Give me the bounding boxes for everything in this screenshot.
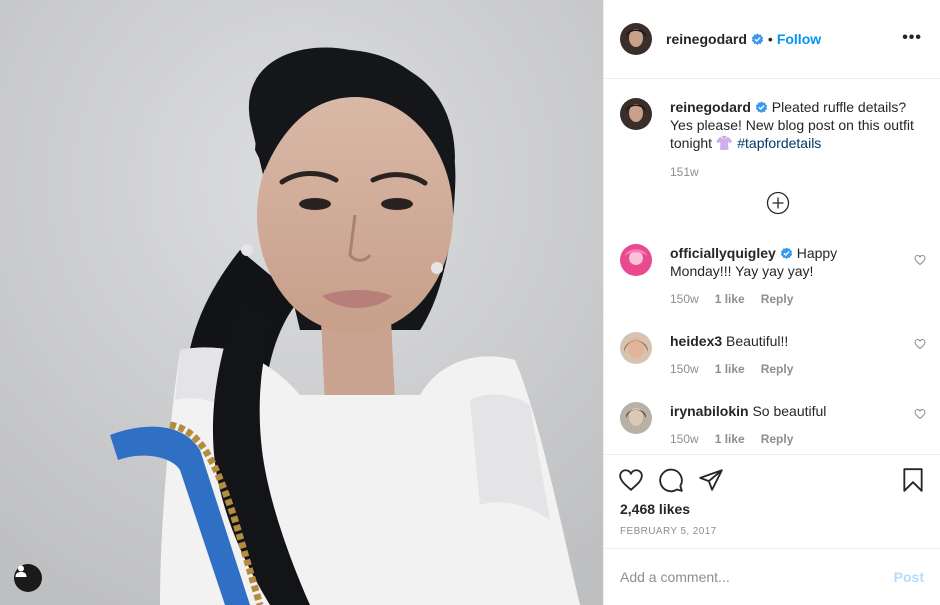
author-username[interactable]: reinegodard <box>666 31 747 47</box>
post-actions: 2,468 likes FEBRUARY 5, 2017 <box>604 454 940 548</box>
reply-button[interactable]: Reply <box>761 292 794 306</box>
user-tag-button[interactable] <box>14 564 42 592</box>
comment-body: So beautiful <box>752 403 827 419</box>
reply-button[interactable]: Reply <box>761 362 794 376</box>
separator-dot: • <box>767 31 773 47</box>
post-photo[interactable] <box>0 0 603 605</box>
paper-plane-icon[interactable] <box>698 467 724 493</box>
post-caption: reinegodard Pleated ruffle details? Yes … <box>604 80 940 179</box>
comment-text: heidex3 Beautiful!! <box>670 332 900 350</box>
comment-item: officiallyquigley Happy Monday!!! Yay ya… <box>604 244 940 306</box>
commenter-avatar[interactable] <box>620 244 652 276</box>
heart-icon[interactable] <box>914 408 926 420</box>
caption-meta: 151w <box>670 165 932 179</box>
comment-item: heidex3 Beautiful!! 150w 1 like Reply <box>604 332 940 376</box>
heart-icon[interactable] <box>914 254 926 266</box>
comment-username[interactable]: officiallyquigley <box>670 245 776 261</box>
plus-circle-icon[interactable] <box>766 191 790 215</box>
follow-button[interactable]: Follow <box>777 31 821 47</box>
comment-like-count[interactable]: 1 like <box>715 292 745 306</box>
bookmark-icon[interactable] <box>900 467 926 493</box>
comment-timestamp[interactable]: 150w <box>670 362 699 376</box>
comment-body: Beautiful!! <box>726 333 789 349</box>
comment-meta: 150w 1 like Reply <box>670 362 900 376</box>
hashtag-link[interactable]: #tapfordetails <box>737 135 821 151</box>
comment-text: irynabilokin So beautiful <box>670 402 900 420</box>
comment-input[interactable] <box>620 569 894 585</box>
more-options-button[interactable]: ••• <box>902 30 922 46</box>
verified-badge-icon <box>755 101 768 113</box>
add-comment-bar: Post <box>604 548 940 605</box>
post-side-panel: reinegodard • Follow ••• reinegodard Ple… <box>603 0 940 605</box>
caption-author-avatar[interactable] <box>620 98 652 130</box>
heart-icon[interactable] <box>618 467 644 493</box>
like-count[interactable]: 2,468 likes <box>620 501 690 517</box>
comment-icon[interactable] <box>658 467 684 493</box>
post-comment-button[interactable]: Post <box>894 569 924 585</box>
user-tag-icon <box>15 565 27 577</box>
comment-like-count[interactable]: 1 like <box>715 362 745 376</box>
caption-username[interactable]: reinegodard <box>670 99 751 115</box>
comment-meta: 150w 1 like Reply <box>670 292 900 306</box>
portrait-image <box>0 0 603 605</box>
comment-username[interactable]: irynabilokin <box>670 403 749 419</box>
comment-timestamp[interactable]: 150w <box>670 432 699 446</box>
commenter-avatar[interactable] <box>620 402 652 434</box>
verified-badge-icon <box>751 32 764 45</box>
post-header: reinegodard • Follow ••• <box>604 0 940 79</box>
comment-like-count[interactable]: 1 like <box>715 432 745 446</box>
heart-icon[interactable] <box>914 338 926 350</box>
comment-username[interactable]: heidex3 <box>670 333 722 349</box>
comment-text: officiallyquigley Happy Monday!!! Yay ya… <box>670 244 900 280</box>
comment-meta: 150w 1 like Reply <box>670 432 900 446</box>
post-date[interactable]: FEBRUARY 5, 2017 <box>620 526 717 537</box>
comments-list[interactable]: reinegodard Pleated ruffle details? Yes … <box>604 80 940 454</box>
verified-badge-icon <box>780 247 792 259</box>
reply-button[interactable]: Reply <box>761 432 794 446</box>
caption-timestamp[interactable]: 151w <box>670 165 699 179</box>
caption-text: reinegodard Pleated ruffle details? Yes … <box>670 98 932 152</box>
comment-item: irynabilokin So beautiful 150w 1 like Re… <box>604 402 940 446</box>
comment-timestamp[interactable]: 150w <box>670 292 699 306</box>
commenter-avatar[interactable] <box>620 332 652 364</box>
author-avatar[interactable] <box>620 23 652 55</box>
